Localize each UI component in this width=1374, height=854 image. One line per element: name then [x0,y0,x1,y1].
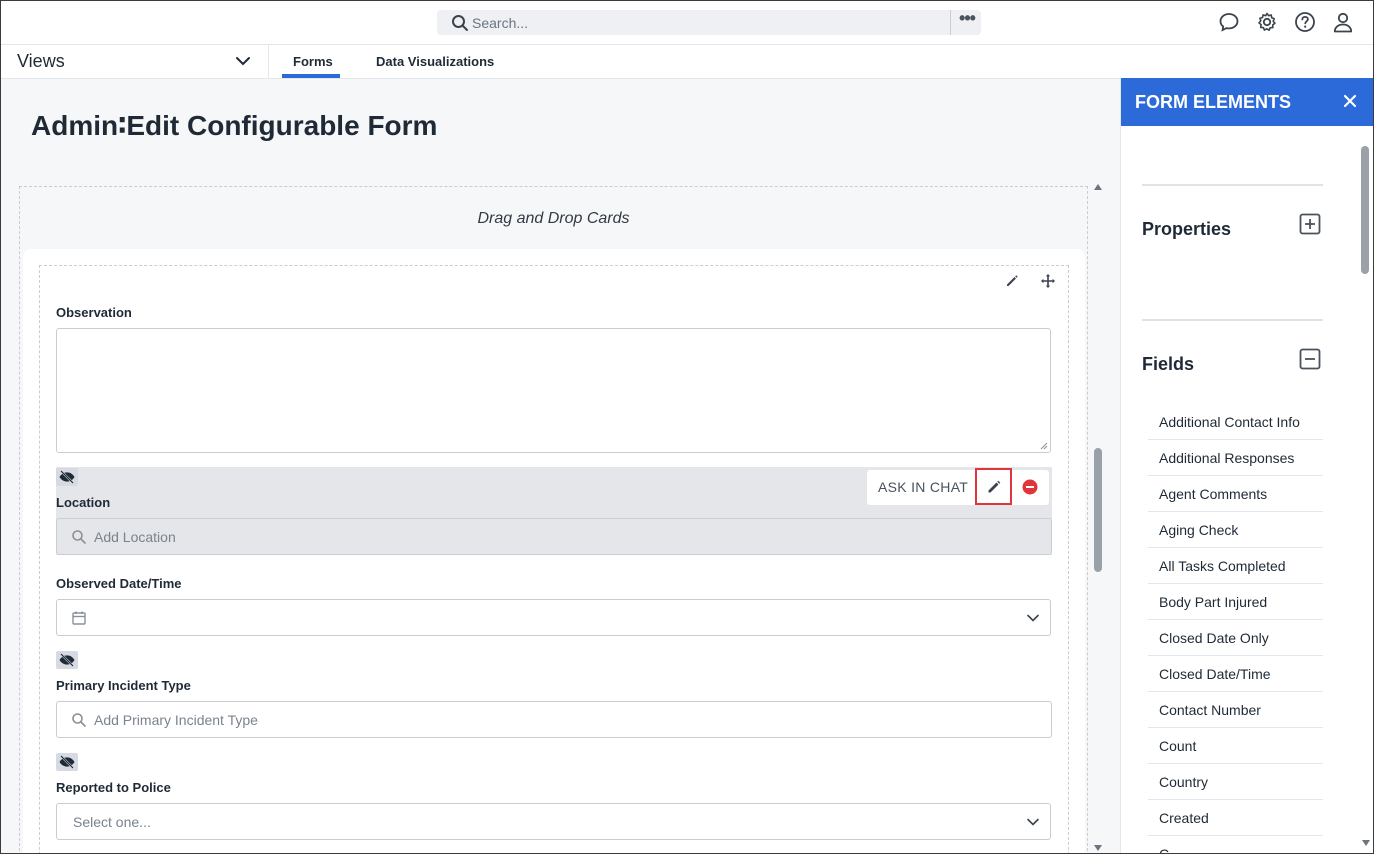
tab-forms[interactable]: Forms [293,54,333,69]
subnav-divider [268,45,269,79]
field-item[interactable]: Aging Check [1148,512,1323,548]
page-title: Admin∶Edit Configurable Form [31,110,438,141]
top-bar: Search... ••• [0,0,1374,45]
gear-icon[interactable] [1256,11,1278,33]
field-item[interactable]: Body Part Injured [1148,584,1323,620]
chevron-down-icon[interactable] [1026,816,1040,828]
pencil-icon [988,480,1001,493]
panel-scrollbar-thumb[interactable] [1361,146,1369,274]
card-tools [1004,273,1056,289]
field-action-group: ASK IN CHAT [867,468,1049,505]
pencil-icon[interactable] [1004,273,1020,289]
dropzone-title: Drag and Drop Cards [477,210,630,227]
top-icons [1218,11,1354,33]
help-icon[interactable] [1294,11,1316,33]
field-item[interactable]: Agent Comments [1148,476,1323,512]
observation-textarea[interactable] [56,328,1051,453]
field-item[interactable]: Closed Date/Time [1148,656,1323,692]
search-icon [72,713,86,727]
field-item[interactable]: Created [1148,800,1323,836]
eye-slash-icon [59,653,75,667]
field-item[interactable]: Additional Contact Info [1148,404,1323,440]
observation-label: Observation [56,305,132,320]
chevron-down-icon[interactable] [1026,612,1040,624]
panel-divider [1142,319,1323,321]
remove-circle-icon[interactable] [1022,479,1038,495]
move-icon[interactable] [1040,273,1056,289]
field-item[interactable]: Additional Responses [1148,440,1323,476]
reported-to-police-placeholder: Select one... [73,814,151,830]
panel-divider [1142,184,1323,186]
primary-incident-type-input[interactable]: Add Primary Incident Type [56,701,1052,738]
search-more-button[interactable]: ••• [955,8,979,33]
hidden-field-badge [56,468,78,486]
hidden-field-badge [56,651,78,669]
properties-heading: Properties [1142,219,1232,239]
chat-icon[interactable] [1218,11,1240,33]
observed-datetime-input[interactable] [56,599,1051,636]
global-search[interactable]: Search... ••• [437,8,981,35]
calendar-icon [72,611,86,625]
field-item[interactable]: Closed Date Only [1148,620,1323,656]
chevron-down-icon[interactable] [234,54,252,68]
search-placeholder: Search... [472,15,529,31]
reported-to-police-select[interactable]: Select one... [56,803,1051,840]
views-dropdown-label[interactable]: Views [17,51,65,72]
location-placeholder: Add Location [94,529,176,545]
close-icon[interactable] [1342,93,1358,109]
main-scrollbar-thumb[interactable] [1094,448,1102,572]
hidden-field-badge [56,753,78,771]
scroll-up-icon[interactable] [1093,182,1103,192]
field-item[interactable]: Contact Number [1148,692,1323,728]
edit-field-button[interactable] [975,468,1012,505]
location-label: Location [56,495,111,510]
user-icon[interactable] [1332,11,1354,33]
field-item[interactable]: Country [1148,764,1323,800]
primary-incident-type-label: Primary Incident Type [56,678,191,693]
fields-heading: Fields [1142,354,1195,374]
panel-header: FORM ELEMENTS [1121,78,1374,126]
minus-square-icon[interactable] [1299,348,1321,370]
reported-to-police-label: Reported to Police [56,780,171,795]
eye-slash-icon [59,470,75,484]
scroll-down-icon[interactable] [1361,838,1371,848]
fields-list: Additional Contact Info Additional Respo… [1148,404,1323,854]
plus-square-icon[interactable] [1299,213,1321,235]
observed-datetime-label: Observed Date/Time [56,576,182,591]
eye-slash-icon [59,755,75,769]
field-item[interactable]: All Tasks Completed [1148,548,1323,584]
resize-grip-icon[interactable] [1040,442,1048,450]
sub-nav: Views Forms Data Visualizations [0,45,1374,79]
primary-incident-type-placeholder: Add Primary Incident Type [94,712,258,728]
search-divider [950,10,951,35]
tab-data-visualizations[interactable]: Data Visualizations [376,54,494,69]
field-item[interactable]: Count [1148,728,1323,764]
search-icon [72,530,86,544]
active-tab-indicator [282,74,340,78]
panel-title: FORM ELEMENTS [1135,92,1291,112]
ask-in-chat-button[interactable]: ASK IN CHAT [878,479,968,495]
search-icon [452,15,468,31]
form-elements-panel: FORM ELEMENTS Properties Fields Addition… [1120,78,1374,854]
location-input[interactable]: Add Location [56,518,1052,555]
field-item[interactable]: C... [1148,836,1323,854]
scroll-down-icon[interactable] [1093,843,1103,853]
